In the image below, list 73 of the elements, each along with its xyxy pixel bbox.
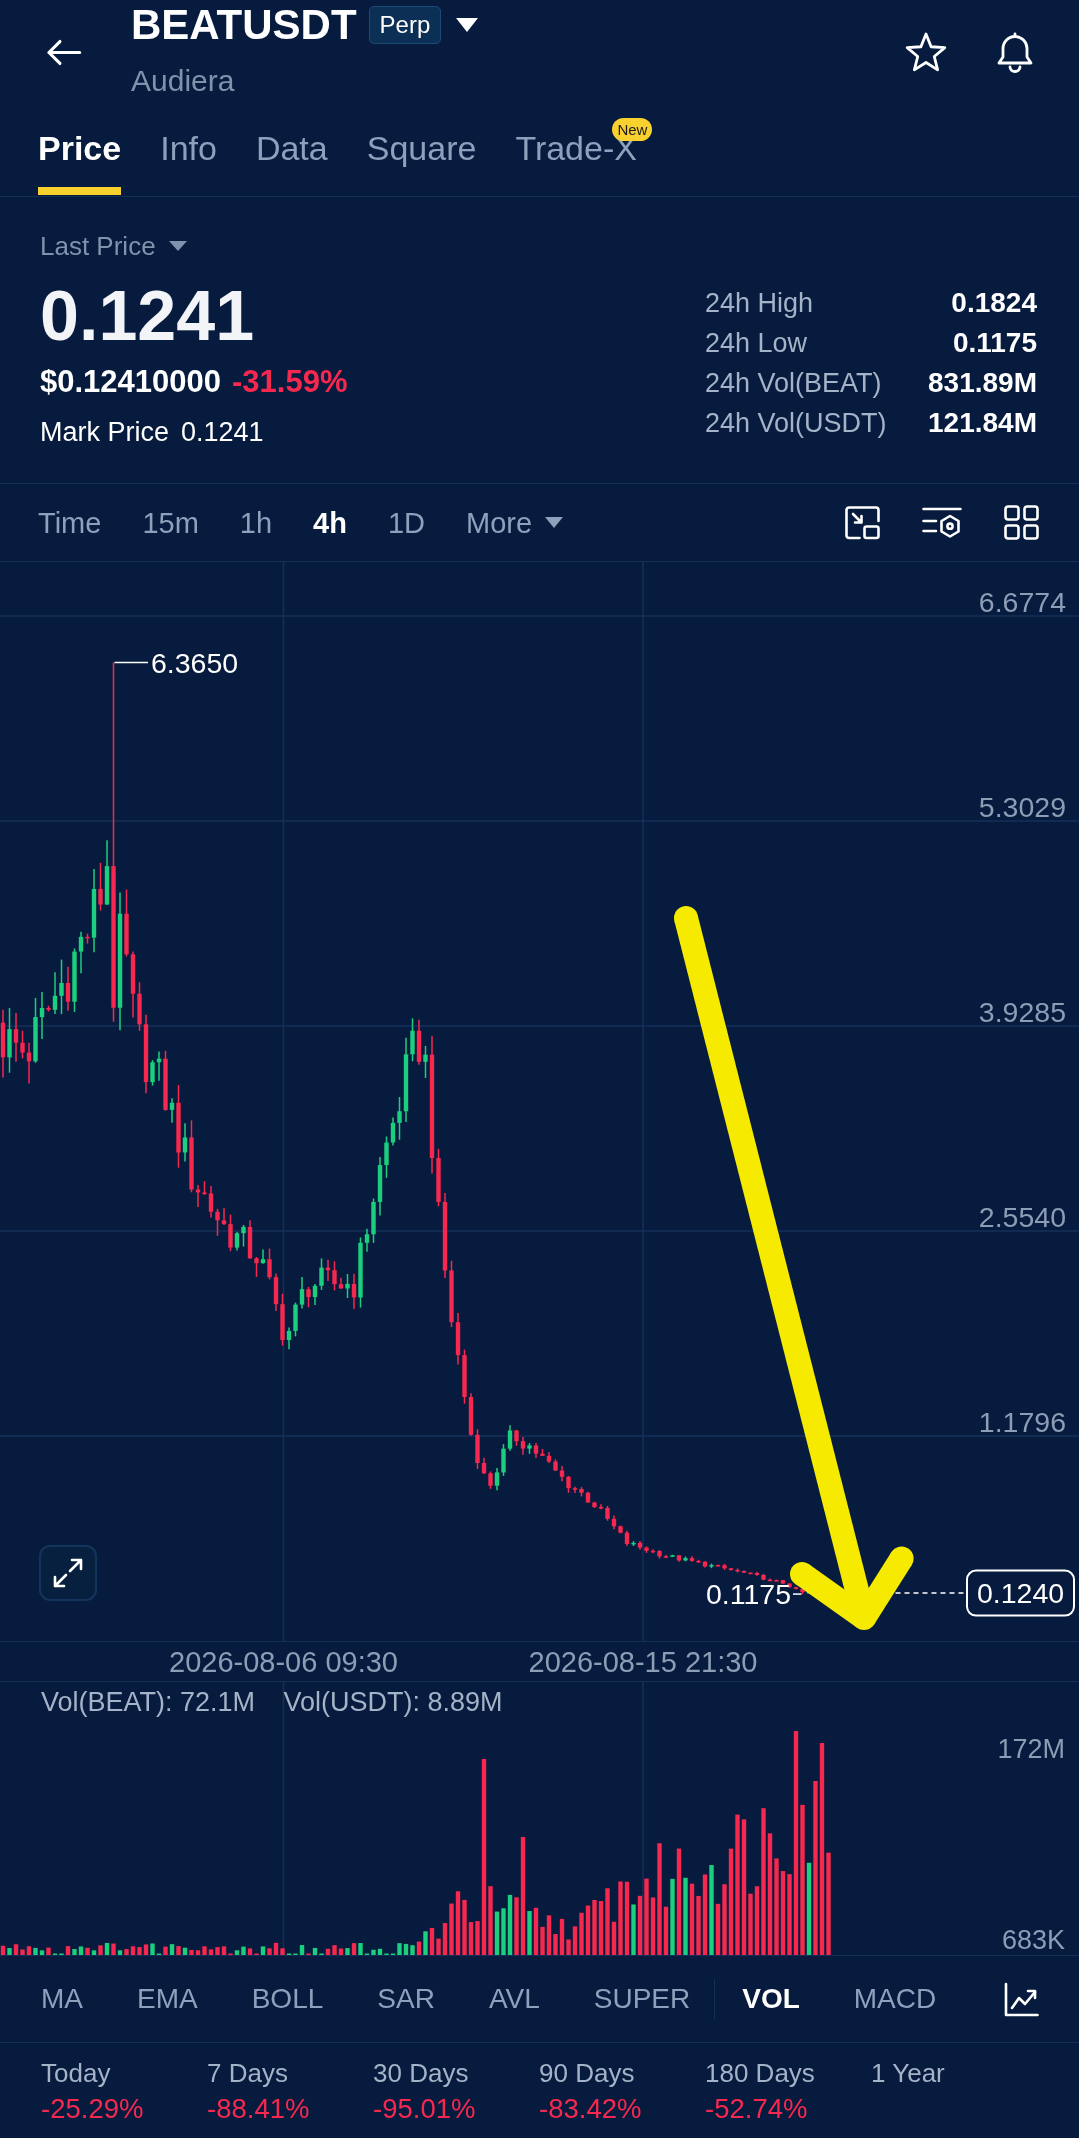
period-label: 30 Days: [373, 2057, 469, 2089]
tab[interactable]: Info: [160, 110, 217, 195]
expand-icon: [53, 1558, 83, 1588]
caret-icon: [545, 517, 564, 528]
high-price-label: 6.3650: [151, 646, 239, 679]
price-axis-label: 6.6774: [978, 586, 1066, 618]
period-change: -88.41%: [207, 2092, 310, 2126]
stat-label: 24h Vol(USDT): [705, 407, 887, 440]
price-change: -31.59%: [232, 363, 348, 401]
coin-name: Audiera: [131, 64, 236, 98]
tab[interactable]: Price: [38, 110, 122, 195]
last-price-dropdown[interactable]: Last Price: [40, 230, 187, 262]
indicator-tab[interactable]: BOLL: [251, 1981, 324, 2017]
volume-axis-label: 172M: [997, 1734, 1065, 1764]
stat-value: 0.1175: [951, 326, 1037, 360]
period-change: -25.29%: [41, 2092, 144, 2126]
period-label: 7 Days: [207, 2057, 288, 2089]
mark-price-value: 0.1241: [181, 416, 264, 449]
mark-price-label: Mark Price: [40, 416, 169, 449]
price-axis-label: 2.5540: [978, 1201, 1066, 1233]
time-axis-label: 2026-08-15 21:30: [528, 1646, 758, 1678]
period-label: 180 Days: [705, 2057, 815, 2089]
low-price-label: 0.1175: [705, 1578, 791, 1611]
expand-button[interactable]: [39, 1545, 97, 1601]
indicator-tab[interactable]: VOL: [742, 1981, 800, 2017]
period-label: 1 Year: [871, 2057, 945, 2089]
indicator-tab[interactable]: SAR: [377, 1981, 435, 2017]
interval-tab[interactable]: 4h: [313, 504, 347, 541]
interval-tab[interactable]: 1h: [239, 504, 273, 541]
price-axis-label: 3.9285: [978, 996, 1066, 1028]
stat-value: 831.89M: [928, 366, 1037, 400]
stat-label: 24h Vol(BEAT): [705, 367, 883, 400]
period-change: -95.01%: [373, 2092, 476, 2126]
star-icon[interactable]: [904, 32, 948, 73]
tab[interactable]: Data: [255, 110, 328, 195]
stat-value: 121.84M: [928, 406, 1037, 440]
interval-tab[interactable]: 1D: [387, 504, 425, 541]
current-price-tag: 0.1240: [966, 1569, 1075, 1617]
leader-line: [113, 661, 149, 664]
price-axis-label: 1.1796: [978, 1406, 1066, 1438]
period-label: Today: [41, 2057, 111, 2089]
indicator-tab[interactable]: AVL: [488, 1981, 540, 2017]
indicator-tab[interactable]: EMA: [137, 1981, 198, 2017]
stat-value: 0.1824: [950, 286, 1037, 320]
indicator-tab[interactable]: MACD: [853, 1981, 937, 2017]
more-dropdown[interactable]: More: [466, 504, 564, 541]
last-price-value: 0.1241: [40, 276, 255, 356]
caret-icon: [168, 241, 187, 251]
contract-type-badge: Perp: [368, 6, 442, 44]
caret-icon[interactable]: [456, 18, 479, 32]
resize-square-icon[interactable]: [845, 505, 880, 540]
volume-legend: Vol(BEAT): 72.1M: [41, 1687, 256, 1717]
grid-icon[interactable]: [1004, 505, 1039, 540]
indicator-tab[interactable]: SUPER: [593, 1981, 691, 2017]
leader-line: [792, 1593, 803, 1595]
usd-price: $0.12410000: [40, 363, 222, 401]
period-change: -83.42%: [539, 2092, 642, 2126]
stat-label: 24h Low: [705, 327, 809, 360]
volume-legend: Vol(USDT): 8.89M: [283, 1687, 503, 1717]
new-badge: New: [612, 118, 653, 141]
interval-tab[interactable]: 15m: [142, 504, 199, 541]
stat-label: 24h High: [705, 287, 815, 320]
indicator-tab[interactable]: MA: [41, 1981, 83, 2017]
tab[interactable]: Square: [366, 110, 477, 195]
time-axis-label: 2026-08-06 09:30: [169, 1646, 398, 1678]
price-axis-label: 5.3029: [978, 791, 1066, 823]
hexagon-lines-icon[interactable]: [922, 505, 962, 540]
symbol-title: BEATUSDT: [131, 0, 357, 50]
line-chart-icon[interactable]: [1004, 1981, 1039, 2017]
interval-tab[interactable]: Time: [38, 504, 102, 541]
period-change: -52.74%: [705, 2092, 808, 2126]
period-label: 90 Days: [539, 2057, 635, 2089]
volume-axis-label: 683K: [1001, 1925, 1065, 1955]
